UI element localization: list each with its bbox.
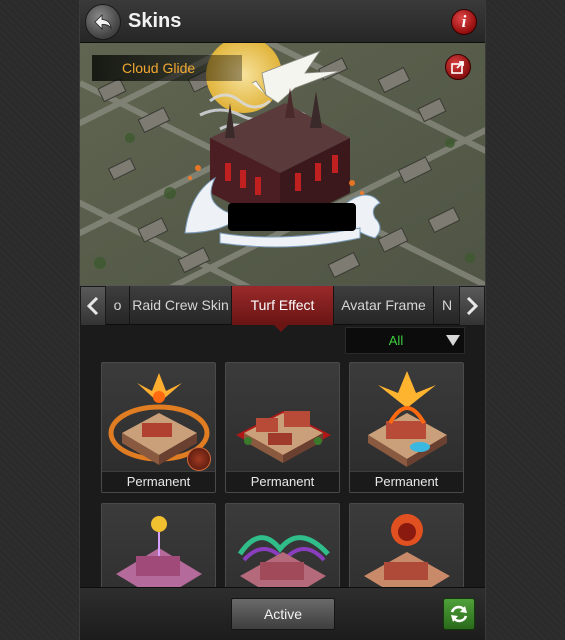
active-tab-pointer (273, 324, 289, 332)
refresh-icon (450, 605, 468, 623)
chevron-left-icon (87, 297, 99, 315)
skin-card-5[interactable] (225, 503, 340, 587)
info-icon: i (461, 12, 467, 31)
active-button[interactable]: Active (231, 598, 335, 630)
skin-duration-label: Permanent (102, 471, 215, 492)
tab-partial-left[interactable]: o (106, 286, 130, 325)
skin-preview: Cloud Glide (80, 43, 485, 285)
category-tabs: o Raid Crew Skin Turf Effect Avatar Fram… (80, 285, 485, 326)
skin-card-4[interactable] (101, 503, 216, 587)
skin-card-6[interactable] (349, 503, 464, 587)
tabs-scroll-right-button[interactable] (459, 286, 485, 326)
skin-duration-label: Permanent (226, 471, 339, 492)
dropdown-caret-icon (446, 335, 460, 346)
filter-value: All (388, 333, 404, 348)
header-bar: Skins i (80, 0, 485, 43)
tab-raid-crew-skin[interactable]: Raid Crew Skin (130, 286, 232, 325)
city-name-plate (228, 203, 356, 231)
bottom-action-bar: Active (80, 587, 485, 640)
back-button[interactable] (85, 4, 121, 40)
aurora-neon-art (237, 535, 330, 587)
skin-card-3[interactable]: Permanent (349, 362, 464, 493)
back-arrow-icon (94, 14, 112, 30)
refresh-button[interactable] (443, 598, 475, 630)
skin-duration-label: Permanent (350, 471, 463, 492)
skin-grid: Permanent Permanent Permanent (80, 362, 485, 587)
skill-badge-icon (187, 447, 211, 471)
chevron-right-icon (466, 297, 478, 315)
tab-avatar-frame[interactable]: Avatar Frame (334, 286, 434, 325)
purple-orb-art (116, 516, 202, 587)
info-button[interactable]: i (451, 9, 477, 35)
phoenix-fire-pool-art (368, 371, 447, 467)
skin-name-label: Cloud Glide (122, 60, 196, 76)
skin-card-1[interactable]: Permanent (101, 362, 216, 493)
flaming-lion-art (364, 514, 450, 587)
skin-card-2[interactable]: Permanent (225, 362, 340, 493)
skins-panel: Skins i Cloud Glide o Raid Crew Skin Tur… (79, 0, 486, 640)
tab-partial-right[interactable]: N (434, 286, 460, 325)
share-icon (451, 61, 464, 74)
share-button[interactable] (445, 54, 471, 80)
tab-turf-effect[interactable]: Turf Effect (232, 286, 334, 325)
page-title: Skins (128, 10, 182, 32)
filter-dropdown[interactable]: All (345, 327, 465, 354)
tabs-scroll-left-button[interactable] (80, 286, 106, 326)
red-carpet-base-art (236, 411, 331, 463)
